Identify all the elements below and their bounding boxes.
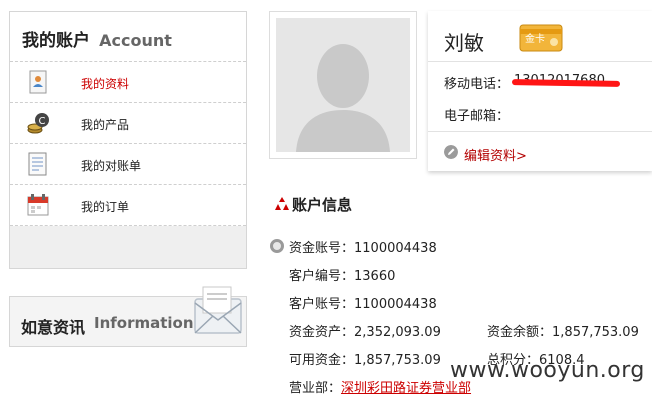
field-label: 营业部：	[289, 381, 342, 396]
field-value: 1100004438	[354, 297, 437, 312]
field-value: 13660	[354, 269, 396, 284]
profile-panel: 刘敏 金卡 移动电话： 13012017680 电子邮箱： 编辑资料>	[428, 11, 652, 171]
fund-balance-field: 资金余额：1,857,753.09	[487, 321, 639, 340]
field-label: 资金账号：	[289, 241, 355, 256]
account-menu-panel: 我的账户 Account 我的资料 C 我的产品 我的对账单 我的订单	[9, 11, 247, 269]
account-info-title: 账户信息	[292, 196, 353, 214]
menu-item-label: 我的产品	[81, 118, 130, 132]
news-panel[interactable]: 如意资讯 Information	[9, 286, 247, 347]
field-value: 1,857,753.09	[552, 325, 639, 340]
field-label: 客户编号：	[289, 269, 355, 284]
customer-no-field: 客户编号：13660	[289, 265, 395, 284]
phone-label: 移动电话：	[444, 77, 510, 92]
field-value: 1,857,753.09	[354, 353, 441, 368]
fund-account-radio[interactable]	[270, 239, 284, 253]
menu-item-my-statement[interactable]: 我的对账单	[10, 144, 246, 185]
field-value: 1100004438	[354, 241, 437, 256]
menu-item-label: 我的对账单	[81, 159, 142, 173]
account-menu-list: 我的资料 C 我的产品 我的对账单 我的订单	[10, 62, 246, 226]
field-label: 资金余额：	[487, 325, 553, 340]
account-menu-title-en: Account	[99, 31, 172, 50]
account-info-section-icon	[275, 197, 289, 210]
profile-card-icon	[29, 70, 47, 94]
branch-field: 营业部：深圳彩田路证券营业部	[289, 377, 471, 396]
svg-text:C: C	[39, 116, 46, 127]
fund-account-field: 资金账号：1100004438	[289, 237, 437, 256]
edit-row: 编辑资料>	[428, 131, 652, 171]
account-menu-title: 我的账户	[22, 31, 90, 51]
menu-item-label: 我的订单	[81, 200, 130, 214]
calendar-order-icon	[27, 194, 49, 216]
product-coins-icon: C	[27, 113, 49, 134]
statement-document-icon	[28, 152, 47, 176]
field-label: 客户账号：	[289, 297, 355, 312]
news-title-en: Information	[94, 314, 194, 332]
user-name: 刘敏	[444, 31, 484, 55]
gold-card-badge-label: 金卡	[525, 32, 545, 45]
default-avatar-icon	[276, 18, 410, 152]
news-title: 如意资讯	[21, 318, 86, 337]
watermark-text: www.wooyun.org	[450, 358, 645, 383]
field-value: 2,352,093.09	[354, 325, 441, 340]
account-menu-header: 我的账户 Account	[10, 12, 246, 62]
avatar	[269, 11, 417, 159]
menu-item-my-orders[interactable]: 我的订单	[10, 185, 246, 226]
fund-assets-field: 资金资产：2,352,093.09	[289, 321, 441, 340]
field-label: 可用资金：	[289, 353, 355, 368]
menu-item-label: 我的资料	[81, 77, 130, 91]
email-label: 电子邮箱：	[444, 109, 510, 124]
email-row: 电子邮箱：	[428, 95, 652, 131]
field-label: 资金资产：	[289, 325, 355, 340]
menu-item-my-profile[interactable]: 我的资料	[10, 62, 246, 103]
menu-item-my-products[interactable]: C 我的产品	[10, 103, 246, 144]
available-funds-field: 可用资金：1,857,753.09	[289, 349, 441, 368]
edit-profile-link[interactable]: 编辑资料>	[464, 145, 527, 164]
customer-account-field: 客户账号：1100004438	[289, 293, 437, 312]
branch-link[interactable]: 深圳彩田路证券营业部	[341, 381, 471, 396]
mail-envelope-icon	[194, 286, 242, 334]
edit-pencil-icon	[444, 145, 458, 159]
gold-card-badge-icon: 金卡	[519, 24, 563, 52]
